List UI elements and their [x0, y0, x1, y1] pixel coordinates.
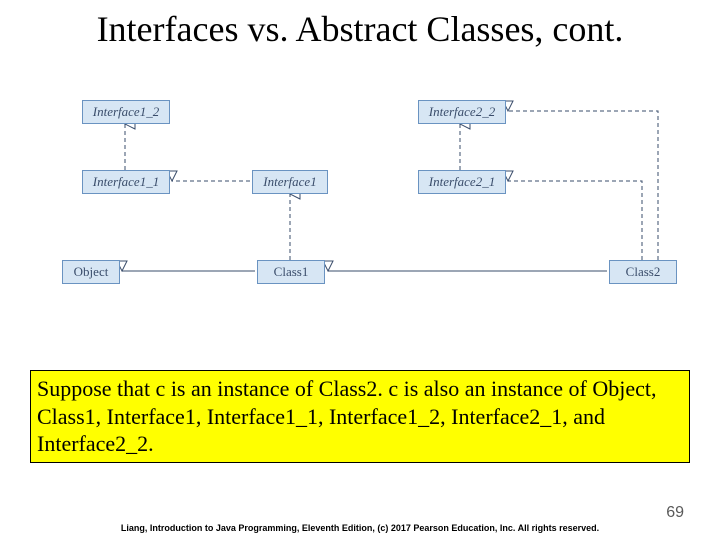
copyright-footer: Liang, Introduction to Java Programming,… [0, 523, 720, 534]
slide-title: Interfaces vs. Abstract Classes, cont. [0, 8, 720, 50]
node-object: Object [62, 260, 120, 284]
node-interface1: Interface1 [252, 170, 328, 194]
slide-body-highlight: Suppose that c is an instance of Class2.… [30, 370, 690, 463]
node-interface2-2: Interface2_2 [418, 100, 506, 124]
page-number: 69 [666, 504, 684, 522]
node-interface1-2: Interface1_2 [82, 100, 170, 124]
node-class1: Class1 [257, 260, 325, 284]
class-diagram: Interface1_2 Interface2_2 Interface1_1 I… [30, 100, 690, 310]
diagram-connectors [30, 100, 690, 310]
node-class2: Class2 [609, 260, 677, 284]
node-interface2-1: Interface2_1 [418, 170, 506, 194]
node-interface1-1: Interface1_1 [82, 170, 170, 194]
